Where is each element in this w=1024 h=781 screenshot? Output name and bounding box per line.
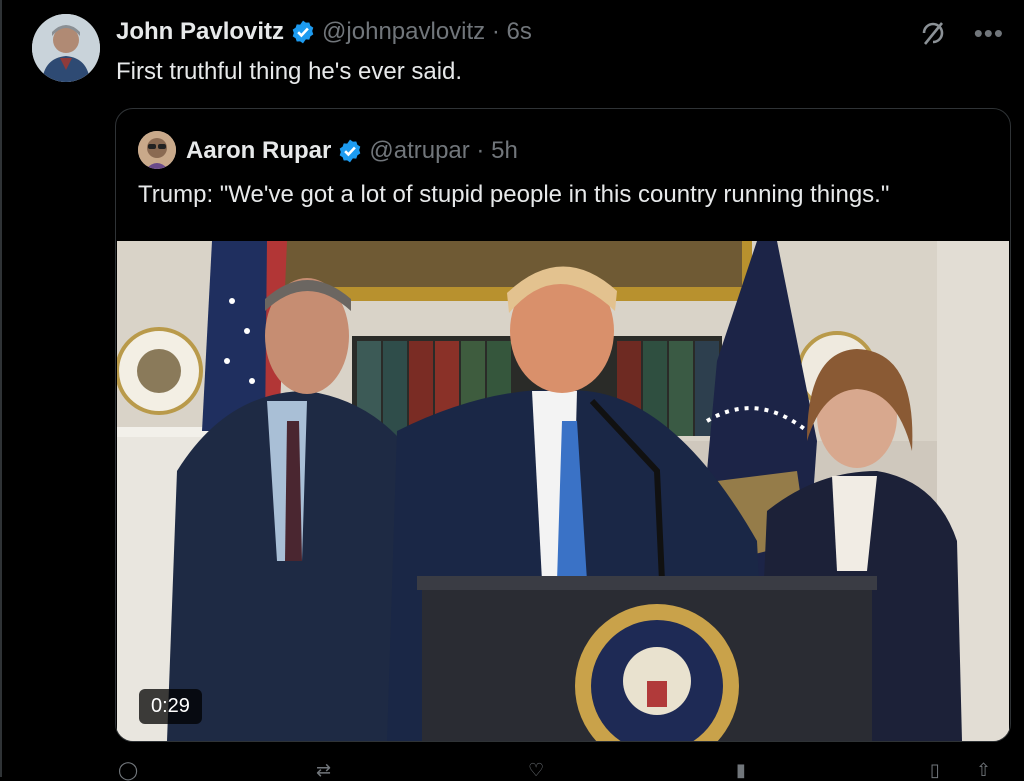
- verified-badge-icon: [292, 20, 314, 44]
- quoted-author-avatar[interactable]: [138, 131, 176, 169]
- tweet-action-bar: ◯ ⇄ ♡ ▮ ▯ ⇧: [0, 758, 1024, 781]
- tweet-text: First truthful thing he's ever said.: [116, 58, 463, 85]
- video-player[interactable]: 0:29: [117, 241, 1009, 741]
- podium: [417, 576, 877, 741]
- quoted-author-name[interactable]: Aaron Rupar: [186, 137, 331, 165]
- author-avatar[interactable]: [32, 14, 100, 82]
- repost-icon[interactable]: ⇄: [316, 760, 331, 781]
- reply-icon[interactable]: ◯: [118, 760, 138, 781]
- author-name[interactable]: John Pavlovitz: [116, 18, 284, 46]
- more-icon[interactable]: •••: [974, 20, 1004, 46]
- verified-badge-icon: [340, 139, 361, 163]
- like-icon[interactable]: ♡: [528, 760, 544, 781]
- author-handle-time[interactable]: @johnpavlovitz · 6s: [322, 18, 532, 46]
- timeline-left-border: [0, 0, 2, 777]
- seal-plate-left: [117, 327, 203, 415]
- views-icon[interactable]: ▮: [736, 760, 746, 781]
- grok-icon[interactable]: [918, 18, 948, 48]
- tweet-author-line: John Pavlovitz @johnpavlovitz · 6s: [116, 16, 532, 48]
- quoted-tweet-card[interactable]: Aaron Rupar @atrupar · 5h Trump: "We've …: [115, 108, 1011, 742]
- quoted-tweet-text: Trump: "We've got a lot of stupid people…: [138, 181, 890, 208]
- video-duration-badge: 0:29: [139, 689, 202, 724]
- share-icon[interactable]: ⇧: [976, 760, 991, 781]
- video-frame-image: [117, 241, 1009, 741]
- quoted-author-handle-time[interactable]: @atrupar · 5h: [369, 137, 517, 165]
- bookmark-icon[interactable]: ▯: [930, 760, 940, 781]
- quoted-author-line: Aaron Rupar @atrupar · 5h: [186, 135, 518, 167]
